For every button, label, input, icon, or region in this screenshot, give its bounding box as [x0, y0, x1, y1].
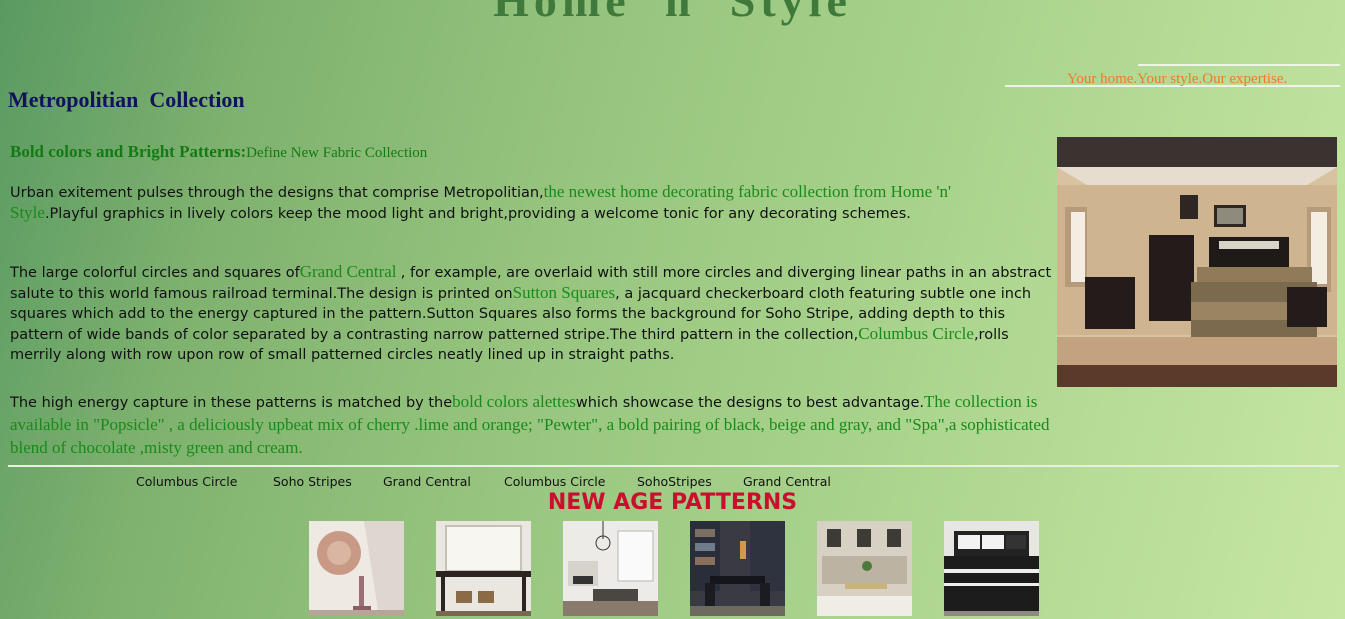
- colors-paragraph: The high energy capture in these pattern…: [10, 391, 1050, 460]
- nav-link-grand-central[interactable]: Grand Central: [383, 474, 471, 489]
- sofa-room-photo[interactable]: [817, 521, 912, 616]
- patterns-paragraph: The large colorful circles and squares o…: [10, 262, 1055, 365]
- console-table-photo[interactable]: [436, 521, 531, 616]
- bedroom-photo: [1057, 137, 1337, 387]
- wall-decor-photo[interactable]: [309, 521, 404, 616]
- subheading-bold: Bold colors and Bright Patterns:: [10, 142, 247, 161]
- nav-link-columbus-circle[interactable]: Columbus Circle: [136, 474, 237, 489]
- collection-heading: Metropolitian Collection: [8, 87, 245, 112]
- colors-text-2: which showcase the designs to best advan…: [575, 395, 925, 411]
- patterns-text-1: The large colorful circles and squares o…: [10, 265, 300, 281]
- main-content: Bold colors and Bright Patterns:Define N…: [10, 142, 1052, 457]
- black-bedding-photo[interactable]: [944, 521, 1039, 616]
- sutton-squares-highlight: Sutton Squares: [512, 283, 616, 302]
- intro-paragraph: Urban exitement pulses through the desig…: [10, 182, 1010, 224]
- grand-central-highlight: Grand Central: [299, 262, 401, 281]
- intro-text-2: .Playful graphics in lively colors keep …: [44, 206, 911, 222]
- dining-room-photo[interactable]: [690, 521, 785, 616]
- new-age-patterns-title: NEW AGE PATTERNS: [547, 490, 798, 515]
- nav-link-grand-central-2[interactable]: Grand Central: [743, 474, 831, 489]
- site-title: Home 'n' Style: [493, 0, 852, 26]
- collection-subheading: Bold colors and Bright Patterns:Define N…: [10, 142, 1052, 164]
- nav-link-soho-stripes-2[interactable]: SohoStripes: [637, 474, 712, 489]
- columbus-circle-highlight: Columbus Circle: [858, 324, 974, 343]
- divider-top-short: [1138, 64, 1340, 66]
- divider-bottom: [8, 465, 1339, 467]
- subheading-normal: Define New Fabric Collection: [246, 145, 428, 161]
- intro-text-1: Urban exitement pulses through the desig…: [10, 185, 544, 201]
- living-room-photo[interactable]: [563, 521, 658, 616]
- nav-link-columbus-circle-2[interactable]: Columbus Circle: [504, 474, 605, 489]
- bold-colors-highlight: bold colors alettes: [452, 392, 576, 411]
- tagline: Your home.Your style.Our expertise.: [1067, 71, 1288, 87]
- colors-text-1: The high energy capture in these pattern…: [10, 395, 453, 411]
- nav-link-soho-stripes[interactable]: Soho Stripes: [273, 474, 352, 489]
